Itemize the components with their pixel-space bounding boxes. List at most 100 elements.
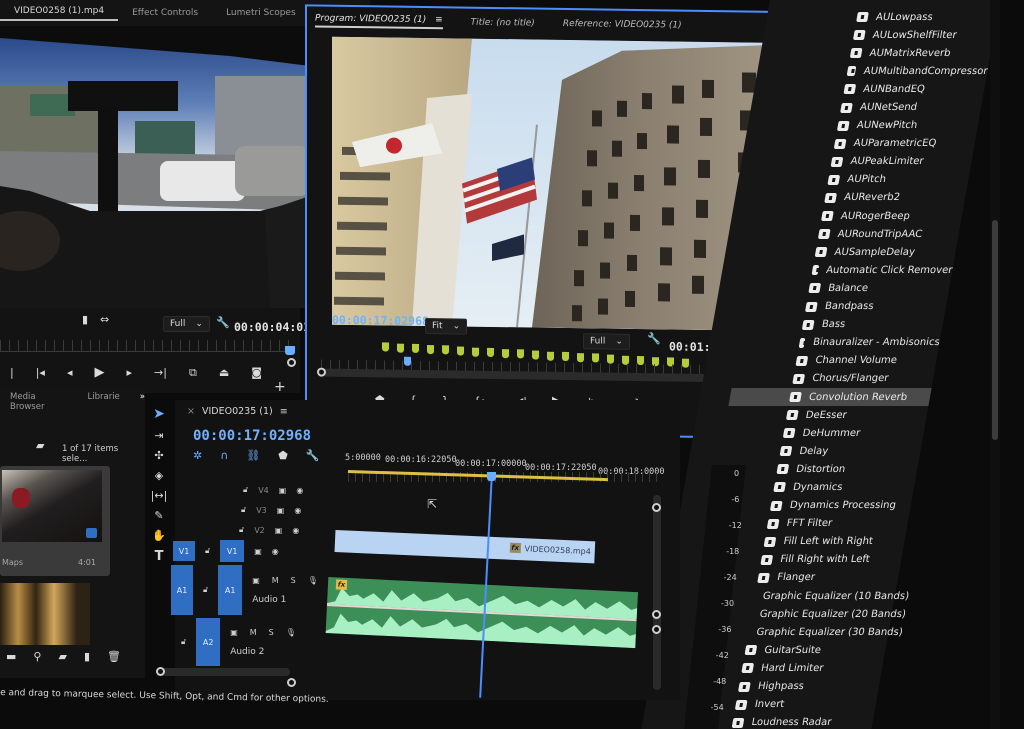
mark-out-icon[interactable]: | xyxy=(10,367,14,378)
timeline-marker[interactable] xyxy=(547,351,554,361)
effect-item[interactable]: Bandpass xyxy=(744,298,947,316)
eye-icon[interactable]: ◉ xyxy=(294,506,301,515)
tab-effect-controls[interactable]: Effect Controls xyxy=(118,8,212,18)
folder-icon[interactable]: ▰ xyxy=(58,651,66,662)
panel-menu-icon[interactable]: ≡ xyxy=(435,15,443,25)
wrench-icon[interactable]: 🔧 xyxy=(306,450,320,461)
sync-lock-icon[interactable]: ▣ xyxy=(279,486,287,495)
wrench-icon[interactable]: 🔧 xyxy=(216,317,230,328)
sync-lock-icon[interactable]: ▣ xyxy=(277,506,285,515)
trash-icon[interactable]: 🗑 xyxy=(107,651,121,662)
go-to-out-icon[interactable]: →| xyxy=(154,367,167,378)
track-target-v1[interactable]: V1 xyxy=(220,540,245,562)
effect-item[interactable]: AUMatrixReverb xyxy=(789,44,992,62)
tab-media-browser[interactable]: Media Browser xyxy=(10,392,48,412)
tab-title[interactable]: Title: (no title) xyxy=(471,18,535,29)
effect-item[interactable]: Chorus/Flanger xyxy=(732,370,935,388)
tab-program[interactable]: Program: VIDEO0235 (1) ≡ xyxy=(315,13,443,30)
source-patch-a1[interactable]: A1 xyxy=(171,565,193,615)
solo-button[interactable]: S xyxy=(291,576,296,585)
razor-tool-icon[interactable]: ◈ xyxy=(155,470,163,481)
source-playhead[interactable] xyxy=(285,346,295,355)
source-scroll-handle[interactable] xyxy=(287,358,296,367)
overwrite-clip-icon[interactable]: ⏏ xyxy=(219,367,229,378)
effect-item[interactable]: DeEsser xyxy=(725,406,928,424)
tab-lumetri-scopes[interactable]: Lumetri Scopes xyxy=(212,8,310,18)
tab-source[interactable]: VIDEO0258 (1).mp4 xyxy=(0,6,119,21)
video-clip[interactable]: fx VIDEO0258.mp4 xyxy=(334,530,596,564)
timeline-marker[interactable] xyxy=(607,354,614,364)
tab-libraries[interactable]: Librarie xyxy=(88,392,120,412)
tab-reference[interactable]: Reference: VIDEO0235 (1) xyxy=(563,19,682,31)
effect-item[interactable]: AUNBandEQ xyxy=(783,80,986,98)
effect-item[interactable]: AUParametricEQ xyxy=(773,135,976,153)
hand-tool-icon[interactable]: ✋ xyxy=(152,530,166,541)
timeline-vertical-scrollbar[interactable] xyxy=(652,495,661,690)
timeline-marker[interactable] xyxy=(517,349,524,359)
timeline-marker[interactable] xyxy=(442,345,449,355)
timeline-marker[interactable] xyxy=(472,347,479,357)
effect-item[interactable]: Balance xyxy=(748,279,951,297)
timeline-timecode[interactable]: 00:00:17:02968 xyxy=(193,428,311,444)
effect-item[interactable]: AULowShelfFilter xyxy=(792,26,995,44)
source-time-ruler[interactable] xyxy=(0,340,290,352)
effect-item[interactable]: AUMultibandCompressor xyxy=(786,62,989,80)
search-icon[interactable]: ⚲ xyxy=(33,651,41,662)
lock-icon[interactable]: 🔓︎ xyxy=(181,637,186,647)
go-to-in-icon[interactable]: |◂ xyxy=(36,367,45,378)
new-bin-icon[interactable]: ▬ xyxy=(6,651,16,662)
effect-item[interactable]: AURoundTripAAC xyxy=(757,225,960,243)
scrollbar-handle[interactable] xyxy=(652,610,661,619)
step-back-icon[interactable]: ◂ xyxy=(67,367,73,378)
effect-item[interactable]: Automatic Click Remover xyxy=(751,261,954,279)
play-icon[interactable]: ▶ xyxy=(94,366,104,379)
snap-icon[interactable]: ∩ xyxy=(220,450,228,461)
sync-lock-icon[interactable]: ▣ xyxy=(254,547,262,556)
timeline-marker[interactable] xyxy=(382,342,389,352)
sequence-tab[interactable]: × VIDEO0235 (1) ≡ xyxy=(187,406,288,417)
scrollbar-handle[interactable] xyxy=(652,625,661,634)
effect-item[interactable]: AUReverb2 xyxy=(763,189,966,207)
scrollbar-left-handle[interactable] xyxy=(156,667,165,676)
microphone-icon[interactable]: 🎙︎ xyxy=(286,628,296,637)
effect-item[interactable]: DeHummer xyxy=(722,424,925,442)
sync-lock-icon[interactable]: ▣ xyxy=(275,526,283,535)
step-forward-icon[interactable]: ▸ xyxy=(126,367,132,378)
mute-button[interactable]: M xyxy=(250,628,257,637)
effect-item[interactable]: AUNewPitch xyxy=(776,117,979,135)
pen-tool-icon[interactable]: ✎ xyxy=(154,510,163,521)
effect-item[interactable]: AUSampleDelay xyxy=(754,243,957,261)
sync-lock-icon[interactable]: ▣ xyxy=(252,576,260,585)
timeline-marker[interactable] xyxy=(412,344,419,354)
timeline-marker[interactable] xyxy=(592,353,599,363)
lock-icon[interactable]: 🔓︎ xyxy=(239,525,244,535)
timeline-marker[interactable] xyxy=(457,346,464,356)
folder-icon[interactable]: ▰ xyxy=(36,440,44,451)
source-patch-v1[interactable]: V1 xyxy=(173,541,195,561)
scrollbar-handle[interactable] xyxy=(652,503,661,512)
new-item-icon[interactable]: ▮ xyxy=(84,651,90,662)
effect-item[interactable]: AUNetSend xyxy=(779,98,982,116)
lock-icon[interactable]: 🔓︎ xyxy=(203,585,208,595)
insert-icon[interactable]: ▮ xyxy=(82,314,88,325)
effects-scrollbar-thumb[interactable] xyxy=(992,220,998,440)
timeline-horizontal-scrollbar[interactable] xyxy=(156,667,290,676)
source-resolution-select[interactable]: Full ⌄ xyxy=(163,316,210,332)
close-icon[interactable]: × xyxy=(187,406,195,417)
effect-item[interactable]: Convolution Reverb xyxy=(728,387,932,407)
track-target-a1[interactable]: A1 xyxy=(218,565,243,615)
sync-lock-icon[interactable]: ▣ xyxy=(230,628,238,637)
timeline-marker[interactable] xyxy=(532,350,539,360)
microphone-icon[interactable]: 🎙︎ xyxy=(308,576,318,585)
effect-item[interactable]: Binauralizer - Ambisonics xyxy=(738,334,941,352)
timeline-marker[interactable] xyxy=(577,352,584,363)
mute-button[interactable]: M xyxy=(272,576,279,585)
eye-icon[interactable]: ◉ xyxy=(292,526,299,535)
ripple-edit-tool-icon[interactable]: ✣ xyxy=(154,450,163,461)
effect-item[interactable]: AUPeakLimiter xyxy=(770,153,973,171)
nest-icon[interactable]: ✲ xyxy=(193,450,202,461)
timeline-marker[interactable] xyxy=(427,344,434,354)
project-clip-thumbnail[interactable]: Maps 4:01 xyxy=(0,466,110,576)
program-current-timecode[interactable]: 00:00:17:02968 xyxy=(332,313,429,328)
project-clip-thumbnail-2[interactable] xyxy=(0,583,90,645)
